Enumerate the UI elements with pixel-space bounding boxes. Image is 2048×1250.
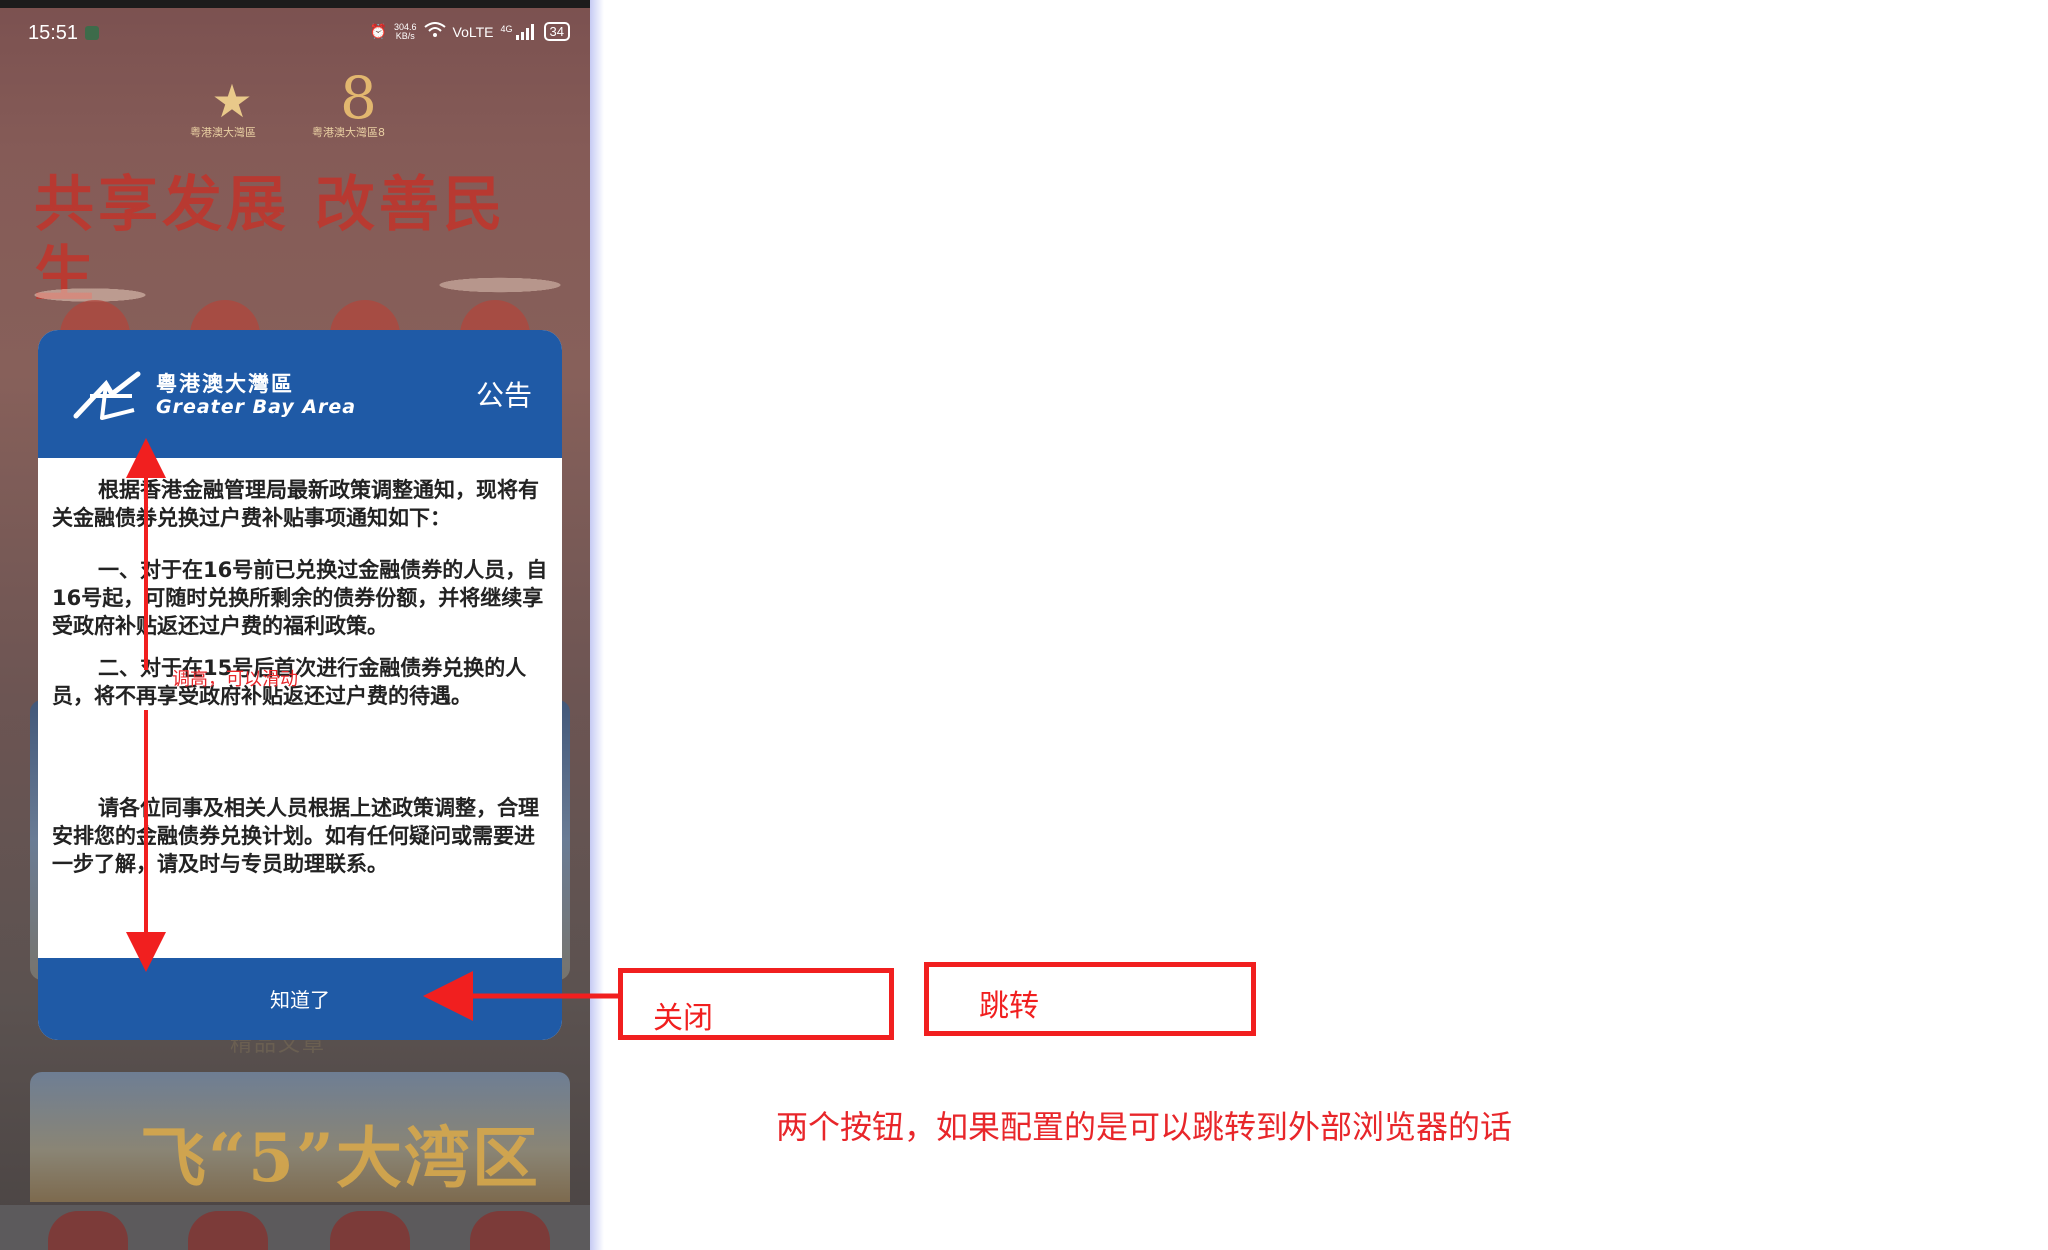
- notice-paragraph-1: 根据香港金融管理局最新政策调整通知，现将有关金融债券兑换过户费补贴事项通知如下：: [52, 478, 539, 530]
- bottom-note: 两个按钮，如果配置的是可以跳转到外部浏览器的话: [776, 1108, 1513, 1146]
- bottom-nav: [0, 1205, 590, 1250]
- wifi-icon: [423, 22, 446, 41]
- jump-annotation-box: 跳转: [924, 962, 1256, 1036]
- net-speed: 304.6 KB/s: [394, 22, 417, 41]
- logo-chinese-name: 粵港澳大灣區: [156, 372, 294, 396]
- phone-screenshot: 15:51 ⏰ 304.6 KB/s VoLTE 4G 34 ★ 8 粤港澳大灣…: [0, 0, 590, 1250]
- battery-icon: 34: [543, 22, 570, 41]
- scroll-note: 调高，可以滑动: [172, 669, 298, 690]
- dialog-body[interactable]: 根据香港金融管理局最新政策调整通知，现将有关金融债券兑换过户费补贴事项通知如下：…: [38, 458, 562, 958]
- notice-paragraph-3: 二、对于在15号后首次进行金融债券兑换的人员，将不再享受政府补贴返还过户费的待遇…: [52, 656, 527, 708]
- nav-grid-icon[interactable]: [188, 1211, 268, 1250]
- status-bar: 15:51 ⏰ 304.6 KB/s VoLTE 4G 34: [0, 18, 590, 52]
- net-speed-unit: KB/s: [395, 30, 415, 41]
- logo-right-caption: 粤港澳大灣區8: [312, 126, 385, 139]
- header-logos: ★ 8 粤港澳大灣區 粤港澳大灣區8: [180, 68, 460, 158]
- gba-logo-icon: [73, 371, 141, 420]
- nav-home-icon[interactable]: [48, 1211, 128, 1250]
- ok-button-label: 知道了: [270, 988, 330, 1012]
- promo-text: 飞“5”大湾区: [140, 1119, 540, 1197]
- phone-edge-shadow: [590, 0, 604, 1250]
- notice-paragraph-4: 请各位同事及相关人员根据上述政策调整，合理安排您的金融债券兑换计划。如有任何疑问…: [52, 796, 539, 876]
- dialog-title: 公告: [475, 379, 532, 412]
- ok-button[interactable]: 知道了: [38, 958, 562, 1040]
- close-annotation-label: 关闭: [653, 1001, 713, 1036]
- signal-icon: 4G: [500, 23, 537, 40]
- notice-paragraph-2: 一、对于在16号前已兑换过金融债券的人员，自16号起，可随时兑换所剩余的债券份额…: [52, 558, 548, 638]
- notification-app-icon: [85, 26, 99, 40]
- volte-label: VoLTE: [452, 23, 494, 40]
- status-time: 15:51: [28, 22, 79, 44]
- slogan: 共享发展 改善民生: [34, 170, 507, 310]
- nav-person-icon[interactable]: [330, 1211, 410, 1250]
- close-annotation-box: 关闭: [618, 968, 894, 1040]
- jump-annotation-label: 跳转: [979, 989, 1039, 1024]
- gba-star-logo-icon: ★: [211, 74, 253, 128]
- status-icons: ⏰ 304.6 KB/s VoLTE 4G 34: [370, 22, 570, 41]
- top-edge: [0, 0, 590, 8]
- logo-english-name: Greater Bay Area: [156, 396, 357, 418]
- logo-left-caption: 粤港澳大灣區: [190, 126, 256, 139]
- anniversary-logo-icon: 8: [340, 64, 377, 132]
- dialog-header: 粵港澳大灣區 Greater Bay Area 公告: [38, 330, 562, 458]
- announcement-dialog: 粵港澳大灣區 Greater Bay Area 公告 根据香港金融管理局最新政策…: [38, 330, 562, 1040]
- signal-type: 4G: [500, 23, 513, 34]
- alarm-icon: ⏰: [369, 23, 387, 39]
- nav-profile-icon[interactable]: [470, 1211, 550, 1250]
